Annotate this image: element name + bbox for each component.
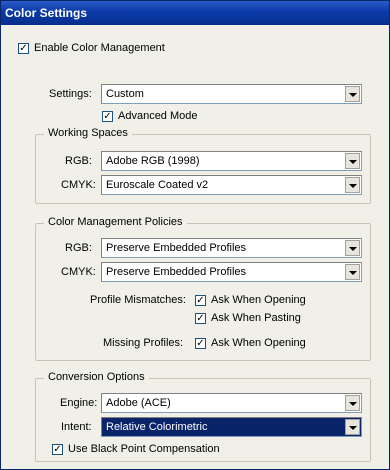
intent-label: Intent:: [61, 421, 92, 433]
chevron-down-icon[interactable]: [345, 177, 360, 193]
intent-dropdown[interactable]: Relative Colorimetric: [101, 417, 362, 437]
settings-label: Settings:: [49, 88, 92, 100]
chevron-down-icon[interactable]: [345, 395, 360, 411]
profile-mismatches-label: Profile Mismatches:: [90, 294, 186, 306]
intent-value: Relative Colorimetric: [106, 421, 208, 433]
working-rgb-value: Adobe RGB (1998): [106, 155, 200, 167]
advanced-mode-checkbox[interactable]: ✓: [102, 111, 113, 122]
policy-rgb-value: Preserve Embedded Profiles: [106, 242, 247, 254]
enable-color-management-checkbox[interactable]: ✓: [18, 43, 29, 54]
engine-label: Engine:: [60, 397, 98, 409]
policy-rgb-dropdown[interactable]: Preserve Embedded Profiles: [101, 238, 362, 258]
mismatch-ask-opening-checkbox[interactable]: ✓: [195, 295, 206, 306]
mismatch-ask-pasting-label: Ask When Pasting: [211, 312, 301, 324]
working-cmyk-value: Euroscale Coated v2: [106, 179, 209, 191]
chevron-down-icon[interactable]: [345, 86, 360, 102]
policy-cmyk-value: Preserve Embedded Profiles: [106, 266, 247, 278]
missing-profiles-label: Missing Profiles:: [103, 337, 184, 349]
enable-color-management-label: Enable Color Management: [34, 42, 165, 54]
chevron-down-icon[interactable]: [345, 264, 360, 280]
title-bar[interactable]: Color Settings: [1, 1, 389, 25]
working-spaces-title: Working Spaces: [44, 127, 132, 139]
advanced-mode-label: Advanced Mode: [118, 110, 198, 122]
engine-dropdown[interactable]: Adobe (ACE): [101, 393, 362, 413]
settings-value: Custom: [106, 88, 144, 100]
chevron-down-icon[interactable]: [345, 153, 360, 169]
working-cmyk-dropdown[interactable]: Euroscale Coated v2: [101, 175, 362, 195]
black-point-compensation-label: Use Black Point Compensation: [68, 443, 220, 455]
conversion-options-title: Conversion Options: [44, 371, 149, 383]
chevron-down-icon[interactable]: [345, 240, 360, 256]
mismatch-ask-opening-label: Ask When Opening: [211, 294, 306, 306]
engine-value: Adobe (ACE): [106, 397, 171, 409]
color-settings-window: Color Settings ✓ Enable Color Management…: [0, 0, 390, 470]
policy-rgb-label: RGB:: [65, 242, 92, 254]
missing-ask-opening-checkbox[interactable]: ✓: [195, 338, 206, 349]
missing-ask-opening-label: Ask When Opening: [211, 337, 306, 349]
working-rgb-label: RGB:: [65, 155, 92, 167]
working-rgb-dropdown[interactable]: Adobe RGB (1998): [101, 151, 362, 171]
working-cmyk-label: CMYK:: [61, 179, 96, 191]
policy-cmyk-label: CMYK:: [61, 266, 96, 278]
window-title: Color Settings: [5, 6, 88, 20]
settings-dropdown[interactable]: Custom: [101, 84, 362, 104]
chevron-down-icon[interactable]: [345, 419, 360, 435]
color-management-policies-title: Color Management Policies: [44, 216, 187, 228]
mismatch-ask-pasting-checkbox[interactable]: ✓: [195, 313, 206, 324]
policy-cmyk-dropdown[interactable]: Preserve Embedded Profiles: [101, 262, 362, 282]
black-point-compensation-checkbox[interactable]: ✓: [52, 444, 63, 455]
